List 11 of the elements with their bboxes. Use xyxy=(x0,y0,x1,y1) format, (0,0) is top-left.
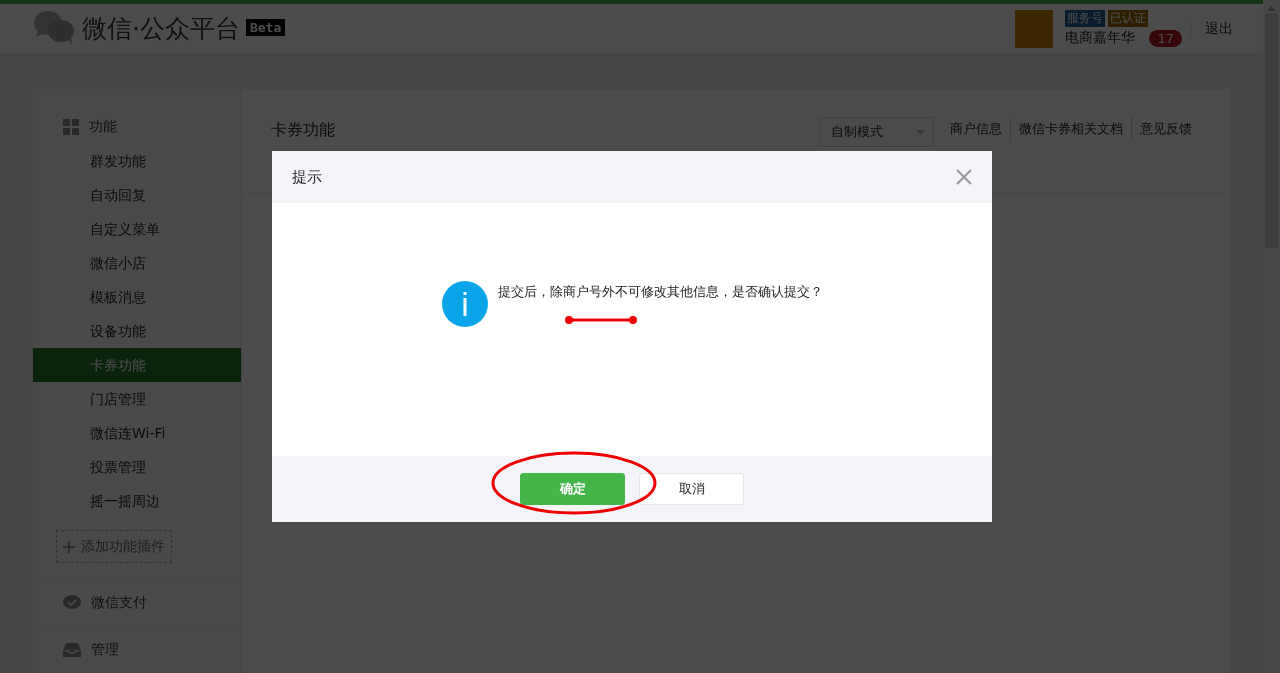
dialog-title: 提示 xyxy=(292,167,322,187)
section-title: 微信支付 xyxy=(91,594,147,612)
dialog-message: 提交后，除商户号外不可修改其他信息，是否确认提交？ xyxy=(497,284,823,299)
account-name: 电商嘉年华 xyxy=(1065,29,1136,47)
confirm-button[interactable]: 确定 xyxy=(520,473,625,505)
logo-title: 微信·公众平台 xyxy=(82,12,240,45)
info-icon xyxy=(441,281,488,327)
close-icon[interactable] xyxy=(956,169,972,185)
page-title: 卡券功能 xyxy=(271,119,336,141)
cancel-button[interactable]: 取消 xyxy=(639,473,744,505)
section-title: 功能 xyxy=(89,118,117,136)
